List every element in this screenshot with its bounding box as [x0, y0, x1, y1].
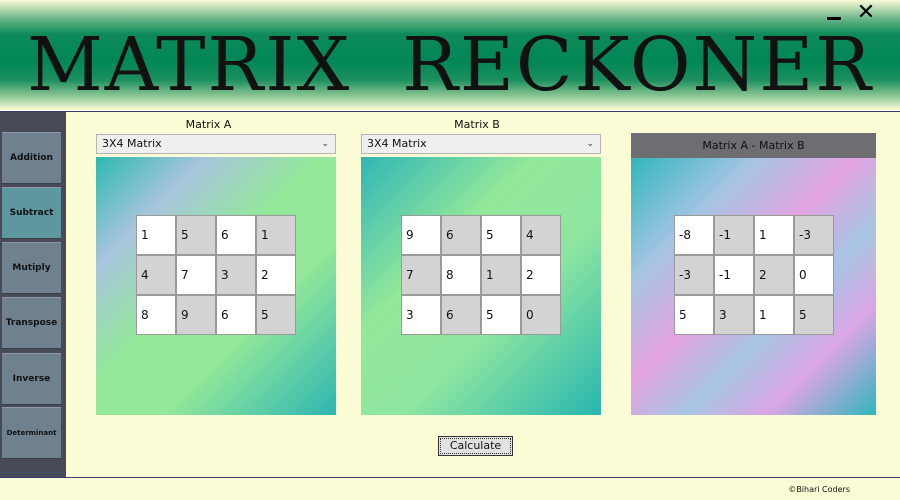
sidebar-item-addition[interactable]: Addition [2, 132, 61, 184]
result-cell: -1 [714, 215, 754, 255]
sidebar-item-inverse[interactable]: Inverse [2, 353, 61, 405]
chevron-down-icon: ⌄ [586, 139, 594, 149]
result-cell: 5 [674, 295, 714, 335]
title-banner: MATRIX RECKONER [0, 0, 900, 110]
matrix-b-cell[interactable]: 3 [401, 295, 441, 335]
matrix-a-label: Matrix A [185, 118, 232, 131]
result-cell: 5 [794, 295, 834, 335]
matrix-b-cell[interactable]: 5 [481, 295, 521, 335]
app-title: MATRIX RECKONER [27, 22, 873, 108]
sidebar-item-determinant[interactable]: Determinant [2, 407, 61, 459]
result-cell: -8 [674, 215, 714, 255]
result-cell: 0 [794, 255, 834, 295]
matrix-b-cell[interactable]: 1 [481, 255, 521, 295]
matrix-b-cell[interactable]: 6 [441, 215, 481, 255]
matrix-a-cell[interactable]: 7 [176, 255, 216, 295]
matrix-b-cell[interactable]: 0 [521, 295, 561, 335]
result-cell: 3 [714, 295, 754, 335]
matrix-b-label: Matrix B [454, 118, 500, 131]
matrix-b-cell[interactable]: 4 [521, 215, 561, 255]
matrix-a-size-select[interactable]: 3X4 Matrix ⌄ [96, 134, 336, 154]
matrix-b-size-select[interactable]: 3X4 Matrix ⌄ [361, 134, 601, 154]
divider [0, 111, 900, 112]
chevron-down-icon: ⌄ [321, 139, 329, 149]
sidebar-item-multiply[interactable]: Mutiply [2, 242, 61, 294]
calculate-button[interactable]: Calculate [438, 436, 513, 456]
minimize-icon[interactable] [822, 2, 846, 24]
matrix-b-cell[interactable]: 5 [481, 215, 521, 255]
matrix-a-cell[interactable]: 5 [256, 295, 296, 335]
result-cell: -3 [674, 255, 714, 295]
matrix-a-cell[interactable]: 5 [176, 215, 216, 255]
result-cell: 2 [754, 255, 794, 295]
matrix-a-cell[interactable]: 4 [136, 255, 176, 295]
matrix-b-cell[interactable]: 9 [401, 215, 441, 255]
result-header: Matrix A - Matrix B [631, 133, 876, 158]
result-cell: 1 [754, 295, 794, 335]
matrix-a-cell[interactable]: 1 [136, 215, 176, 255]
matrix-a-cell[interactable]: 9 [176, 295, 216, 335]
result-cell: -3 [794, 215, 834, 255]
divider [0, 477, 900, 478]
matrix-a-size-value: 3X4 Matrix [102, 137, 162, 150]
matrix-b-cell[interactable]: 6 [441, 295, 481, 335]
matrix-a-cell[interactable]: 6 [216, 215, 256, 255]
footer-credit: ©Bihari Coders [788, 485, 850, 494]
close-icon[interactable]: ✕ [854, 2, 878, 24]
matrix-a-cell[interactable]: 8 [136, 295, 176, 335]
matrix-b-cell[interactable]: 7 [401, 255, 441, 295]
matrix-b-cell[interactable]: 2 [521, 255, 561, 295]
matrix-a-cell[interactable]: 1 [256, 215, 296, 255]
matrix-b-cell[interactable]: 8 [441, 255, 481, 295]
operations-sidebar: Addition Subtract Mutiply Transpose Inve… [0, 112, 66, 477]
sidebar-item-subtract[interactable]: Subtract [2, 187, 61, 239]
matrix-b-grid: 9 6 5 4 7 8 1 2 3 6 5 0 [401, 215, 561, 335]
matrix-b-size-value: 3X4 Matrix [367, 137, 427, 150]
sidebar-item-transpose[interactable]: Transpose [2, 297, 61, 349]
matrix-a-cell[interactable]: 6 [216, 295, 256, 335]
matrix-a-grid: 1 5 6 1 4 7 3 2 8 9 6 5 [136, 215, 296, 335]
result-grid: -8 -1 1 -3 -3 -1 2 0 5 3 1 5 [674, 215, 834, 335]
matrix-a-cell[interactable]: 2 [256, 255, 296, 295]
result-cell: -1 [714, 255, 754, 295]
result-cell: 1 [754, 215, 794, 255]
matrix-a-cell[interactable]: 3 [216, 255, 256, 295]
